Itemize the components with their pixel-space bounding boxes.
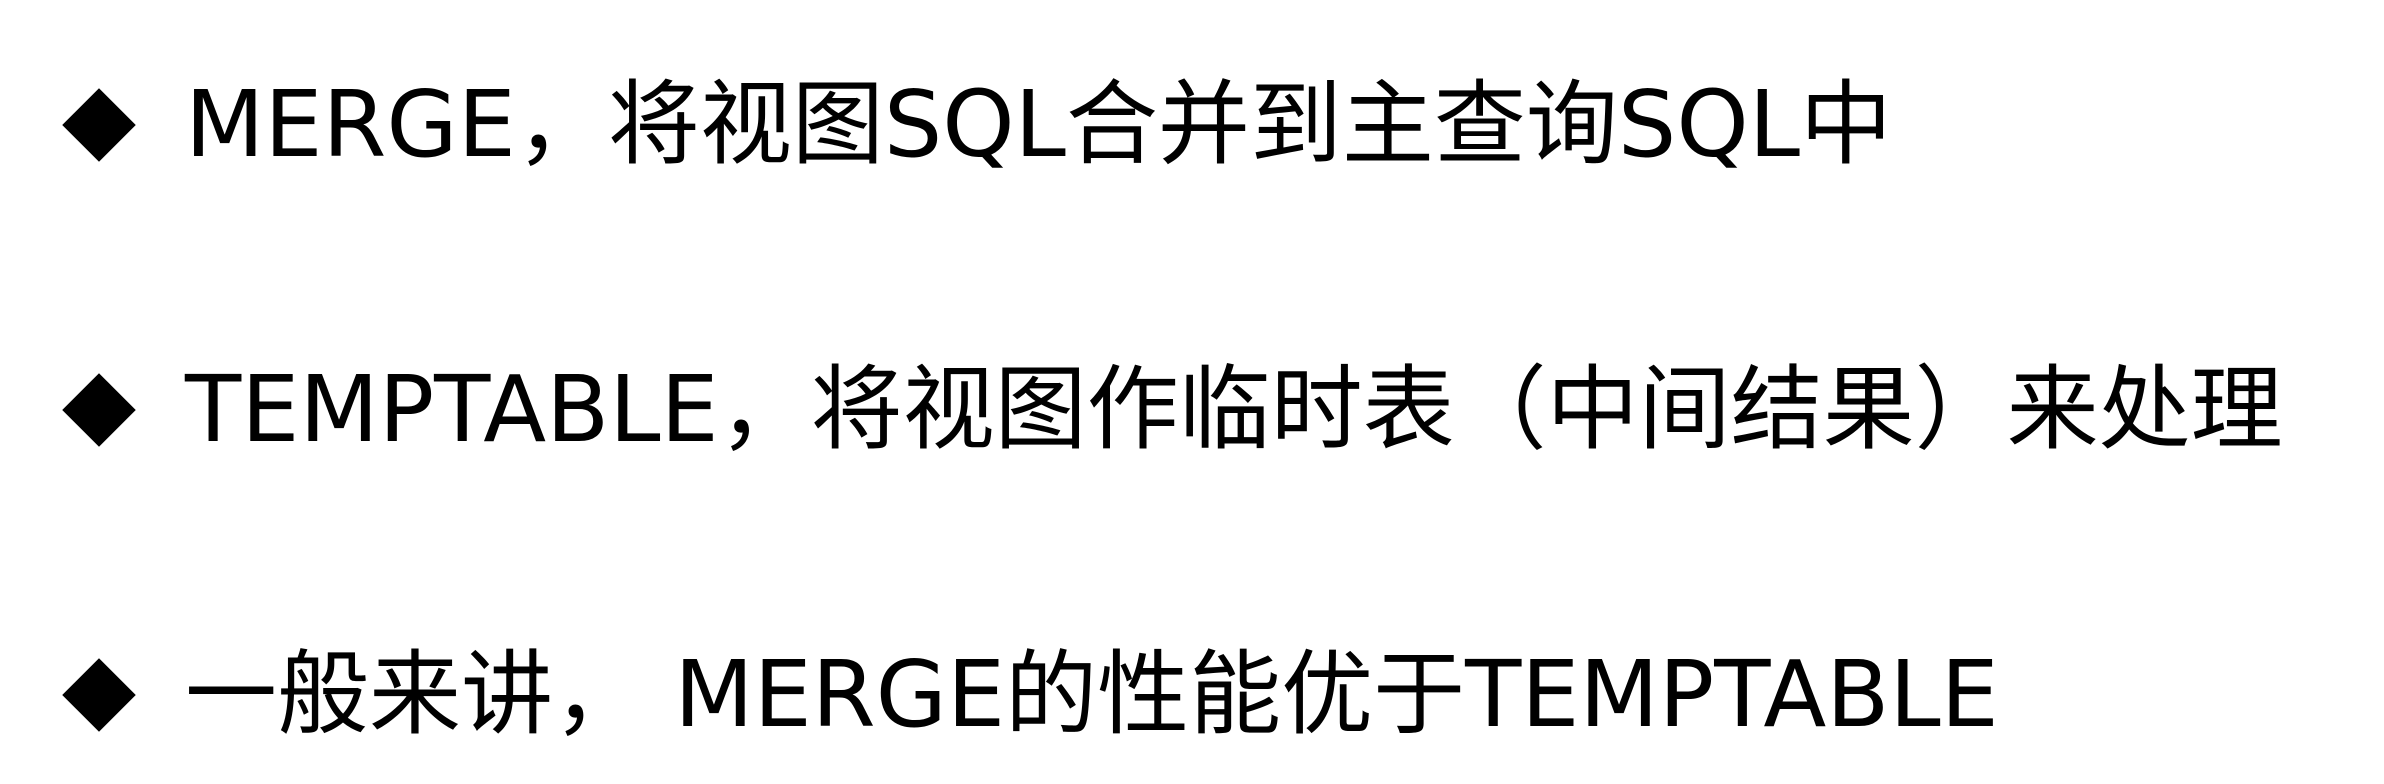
bullet-item-merge: MERGE，将视图SQL合并到主查询SQL中 <box>58 55 1892 195</box>
bullet-item-temptable: TEMPTABLE，将视图作临时表（中间结果）来处理 <box>58 340 2283 480</box>
bullet-item-performance: 一般来讲， MERGE的性能优于TEMPTABLE <box>58 625 1999 765</box>
bullet-text: 一般来讲， MERGE的性能优于TEMPTABLE <box>185 641 1999 748</box>
diamond-bullet-icon <box>62 658 136 732</box>
diamond-bullet-icon <box>62 373 136 447</box>
bullet-text: TEMPTABLE，将视图作临时表（中间结果）来处理 <box>185 356 2283 463</box>
bullet-text: MERGE，将视图SQL合并到主查询SQL中 <box>185 71 1892 178</box>
slide-content: MERGE，将视图SQL合并到主查询SQL中 TEMPTABLE，将视图作临时表… <box>0 0 2384 784</box>
diamond-bullet-icon <box>62 88 136 162</box>
